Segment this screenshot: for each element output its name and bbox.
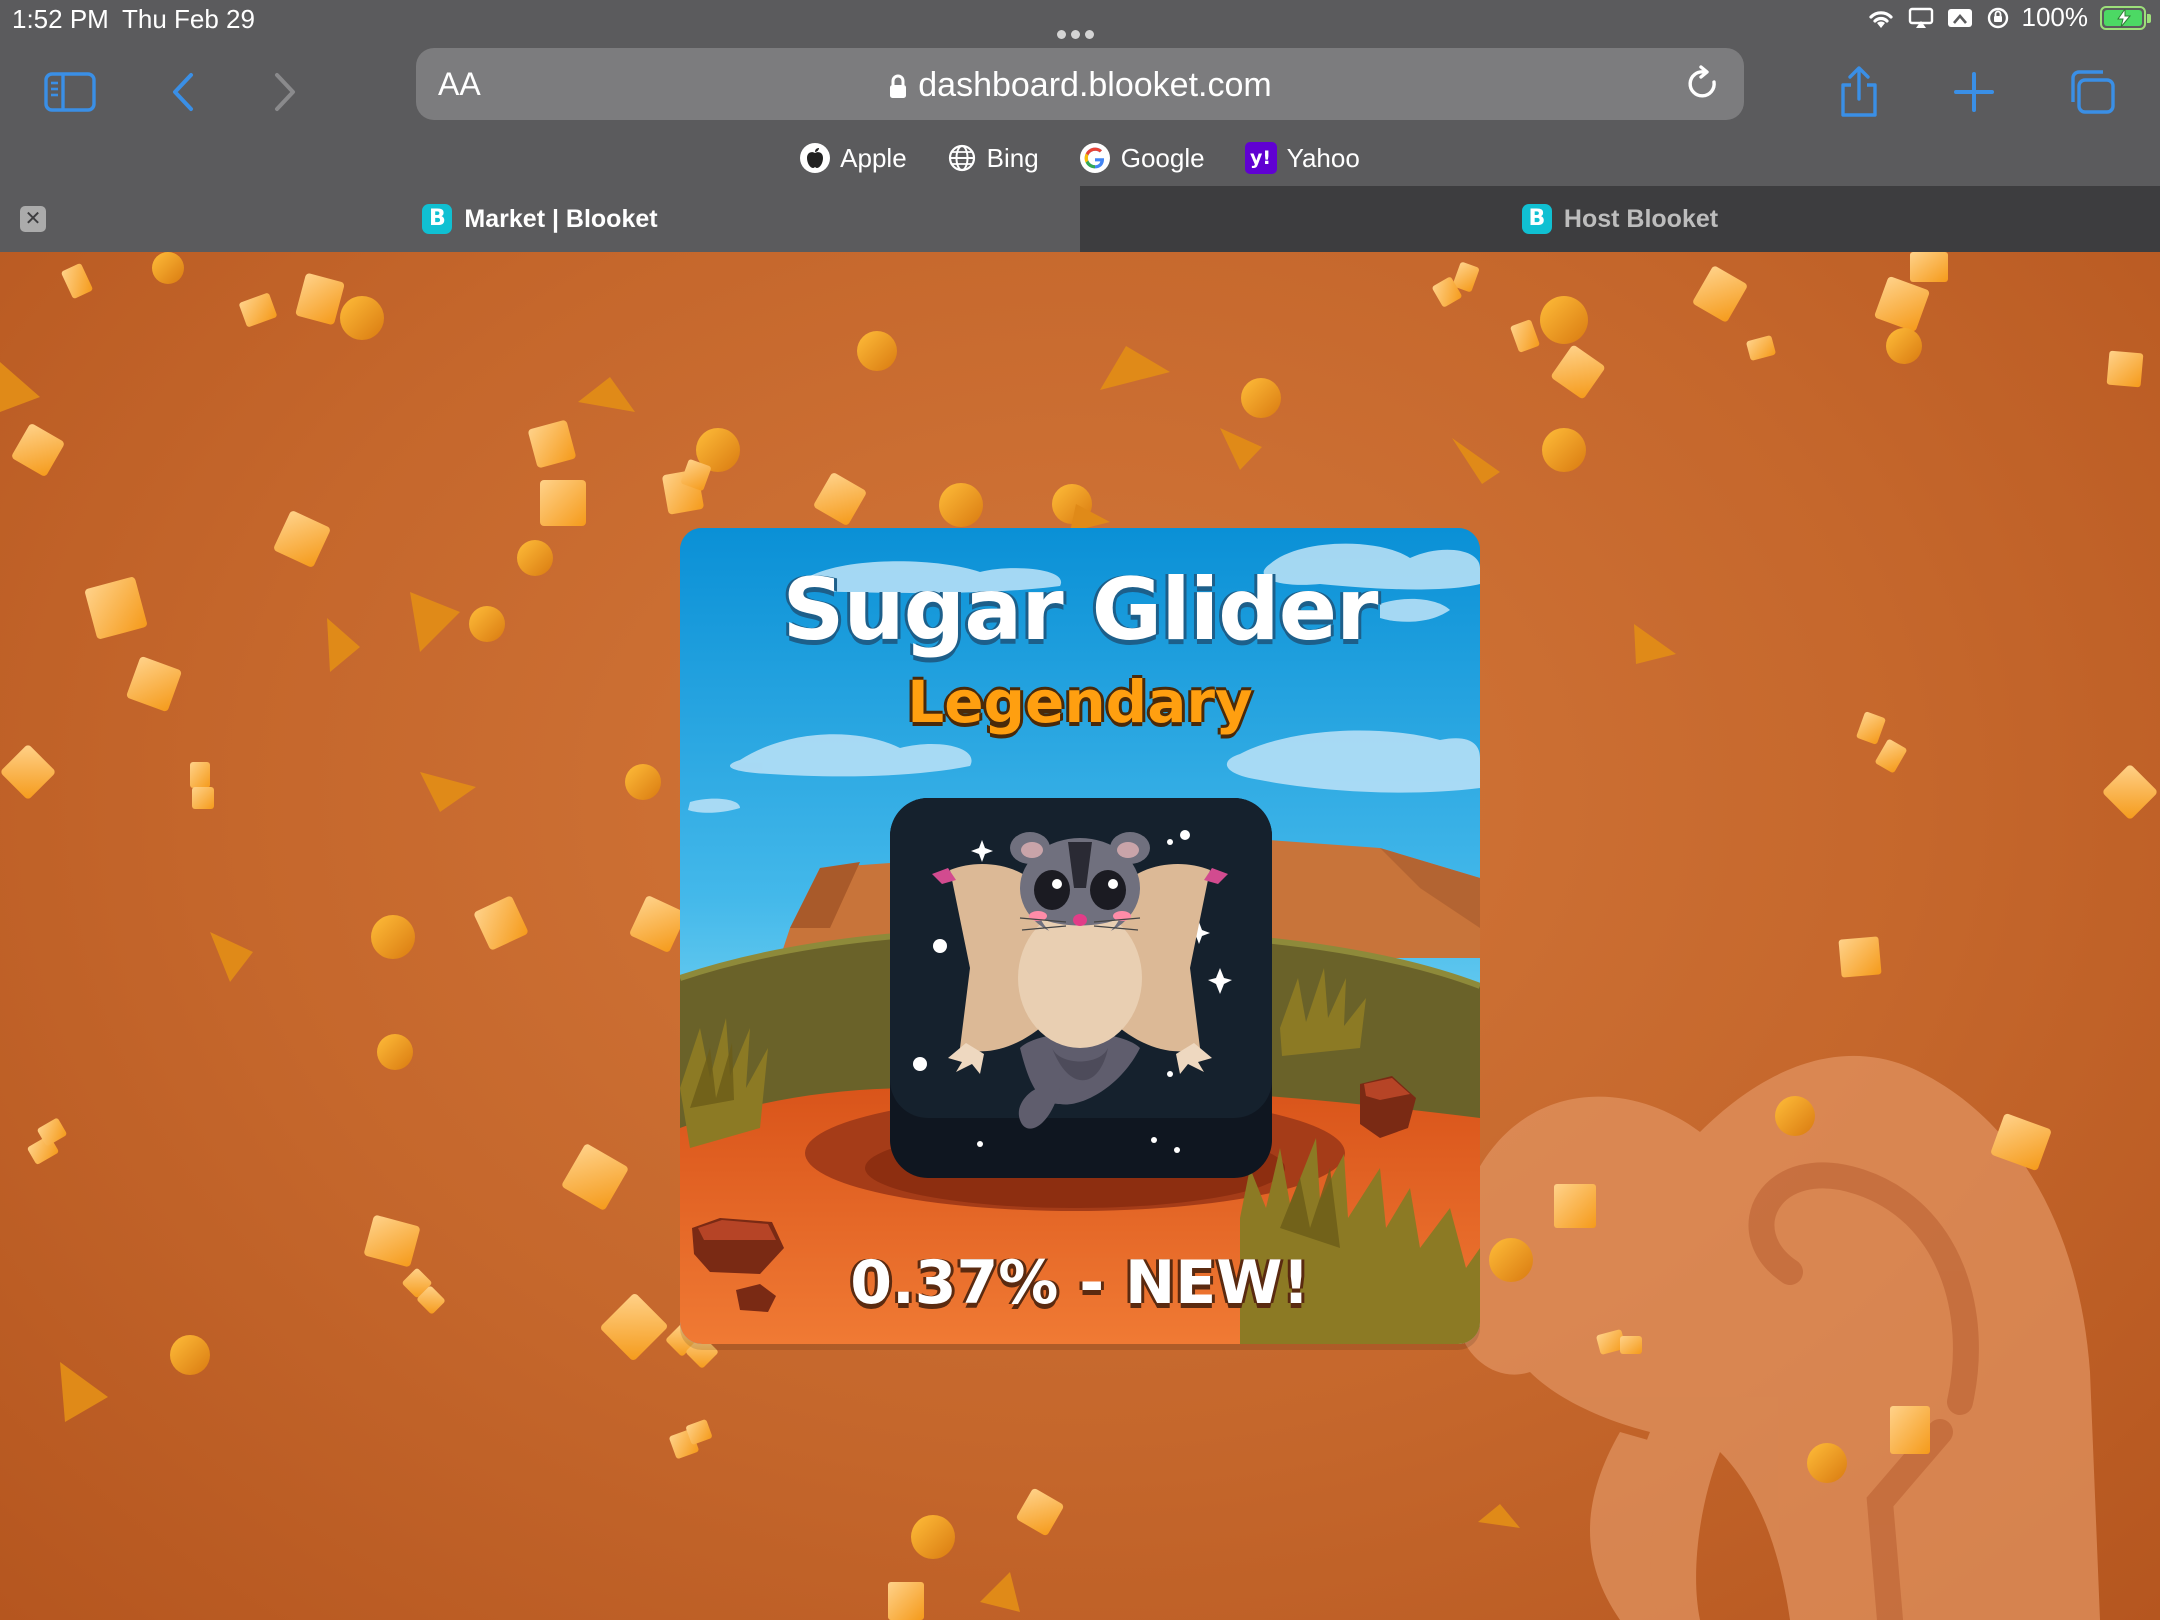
screen-mirror-icon bbox=[1947, 8, 1972, 27]
back-icon[interactable] bbox=[152, 62, 212, 122]
favorite-bing[interactable]: Bing bbox=[947, 136, 1039, 180]
blook-name: Sugar Glider bbox=[782, 560, 1379, 660]
favorite-label: Google bbox=[1120, 142, 1205, 173]
status-date: Thu Feb 29 bbox=[122, 4, 255, 34]
url-display[interactable]: dashboard.blooket.com bbox=[416, 66, 1744, 105]
status-indicators: 100% bbox=[1866, 2, 2151, 33]
blook-drop-chance: 0.37% - NEW! bbox=[850, 1248, 1310, 1318]
wifi-icon bbox=[1868, 10, 1893, 28]
sidebar-icon[interactable] bbox=[40, 62, 100, 122]
airplay-icon bbox=[1908, 7, 1933, 28]
apple-icon bbox=[800, 143, 831, 173]
tab-host-blooket[interactable]: B Host Blooket bbox=[1080, 186, 2160, 252]
blooket-favicon: B bbox=[422, 204, 453, 234]
globe-icon bbox=[948, 144, 975, 172]
google-icon bbox=[1079, 143, 1110, 173]
favorites-bar: Apple Bing Google y! Yahoo bbox=[0, 136, 2160, 180]
favorite-label: Yahoo bbox=[1286, 142, 1360, 173]
tab-market-blooket[interactable]: ✕ B Market | Blooket bbox=[0, 186, 1080, 252]
blook-reveal-screen[interactable]: Sugar Glider Legendary 0.37% - NEW! bbox=[0, 252, 2160, 1620]
tab-bar: ✕ B Market | Blooket B Host Blooket bbox=[0, 186, 2160, 252]
battery-icon bbox=[2100, 5, 2151, 30]
yahoo-icon: y! bbox=[1244, 142, 1277, 174]
favorite-label: Apple bbox=[840, 142, 907, 173]
blook-card[interactable]: Sugar Glider Legendary 0.37% - NEW! bbox=[680, 528, 1480, 1344]
favorite-label: Bing bbox=[986, 142, 1039, 173]
url-text: dashboard.blooket.com bbox=[918, 66, 1272, 104]
blooket-favicon: B bbox=[1521, 204, 1552, 234]
blook-tile bbox=[890, 798, 1272, 1178]
forward-icon[interactable] bbox=[256, 62, 316, 122]
status-time: 1:52 PM bbox=[12, 4, 109, 34]
address-bar[interactable]: AA dashboard.blooket.com bbox=[416, 48, 1744, 120]
close-tab-icon[interactable]: ✕ bbox=[20, 206, 46, 232]
browser-toolbar: AA dashboard.blooket.com Apple Bing Goog… bbox=[0, 40, 2160, 186]
orientation-lock-icon bbox=[1987, 7, 2008, 28]
battery-percent: 100% bbox=[2021, 2, 2089, 32]
tab-title: Market | Blooket bbox=[464, 204, 658, 233]
lock-icon bbox=[890, 74, 907, 99]
tab-title: Host Blooket bbox=[1563, 204, 1719, 233]
reload-icon[interactable] bbox=[1686, 64, 1722, 104]
blook-rarity: Legendary bbox=[907, 668, 1253, 736]
multitasking-dots-icon[interactable] bbox=[1057, 15, 1103, 39]
favorite-apple[interactable]: Apple bbox=[800, 136, 907, 180]
tab-overview-icon[interactable] bbox=[2062, 62, 2122, 122]
favorite-google[interactable]: Google bbox=[1079, 136, 1205, 180]
share-icon[interactable] bbox=[1829, 62, 1889, 122]
favorite-yahoo[interactable]: y! Yahoo bbox=[1244, 136, 1360, 180]
new-tab-icon[interactable] bbox=[1944, 62, 2004, 122]
status-bar: 1:52 PM Thu Feb 29 100% bbox=[0, 0, 2160, 40]
